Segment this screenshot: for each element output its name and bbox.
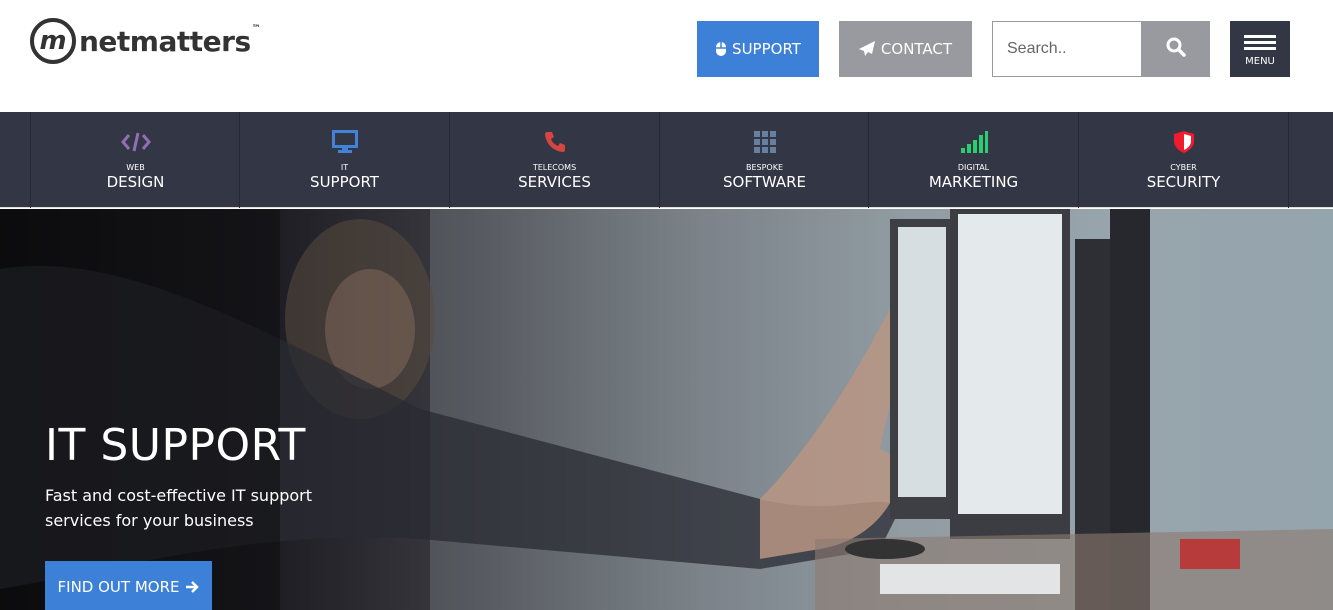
service-big-label: SOFTWARE [722,173,807,191]
arrow-right-icon [185,580,200,594]
contact-button[interactable]: CONTACT [839,21,972,77]
find-out-more-button[interactable]: FIND OUT MORE [45,561,212,610]
service-small-label: CYBER [1170,163,1197,172]
service-big-label: MARKETING [928,173,1019,191]
service-small-label: DIGITAL [957,163,990,172]
logo-text: netmatters [79,24,251,58]
service-cyber-security[interactable]: CYBER SECURITY [1078,112,1288,208]
service-big-label: SECURITY [1146,173,1221,191]
menu-label: MENU [1245,55,1275,67]
support-button-label: SUPPORT [732,40,801,58]
service-small-label: TELECOMS [532,163,577,172]
paper-plane-icon [858,41,876,57]
service-small-label: IT [340,163,349,172]
service-big-label: SERVICES [518,173,591,191]
hamburger-icon [1244,32,1276,53]
hero-banner: IT SUPPORT Fast and cost-effective IT su… [0,209,1333,610]
mouse-icon [715,41,727,57]
hero-background-image [0,209,1333,610]
grid-icon [753,130,777,154]
logo-trademark: ™ [251,24,261,34]
service-bespoke-software[interactable]: BESPOKE SOFTWARE [659,112,869,208]
search-bar [992,21,1210,77]
phone-icon [543,130,567,154]
service-it-support[interactable]: IT SUPPORT [239,112,449,208]
services-divider [1288,112,1289,208]
code-icon [120,130,151,154]
menu-button[interactable]: MENU [1230,21,1290,77]
support-button[interactable]: SUPPORT [697,21,819,77]
service-web-design[interactable]: WEB DESIGN [30,112,240,208]
site-header: m netmatters ™ SUPPORT CONTACT MENU [0,0,1333,112]
netmatters-logo[interactable]: m netmatters ™ [30,18,261,64]
find-out-more-label: FIND OUT MORE [57,578,180,596]
search-icon [1166,37,1186,61]
hero-title: IT SUPPORT [45,420,306,471]
contact-button-label: CONTACT [880,40,953,58]
signal-icon [960,130,988,154]
hero-subtitle: Fast and cost-effective IT support servi… [45,486,313,530]
logo-mark-icon: m [30,18,76,64]
service-telecoms[interactable]: TELECOMS SERVICES [449,112,659,208]
monitor-icon [331,130,358,154]
service-big-label: SUPPORT [310,173,379,191]
shield-icon [1173,130,1195,154]
service-digital-marketing[interactable]: DIGITAL MARKETING [868,112,1078,208]
service-small-label: WEB [126,163,145,172]
search-button[interactable] [1141,21,1210,77]
service-big-label: DESIGN [106,173,165,191]
service-small-label: BESPOKE [745,163,784,172]
search-input[interactable] [992,21,1141,77]
services-nav: WEB DESIGN IT SUPPORT TELECOMS SERVICES … [0,112,1333,208]
